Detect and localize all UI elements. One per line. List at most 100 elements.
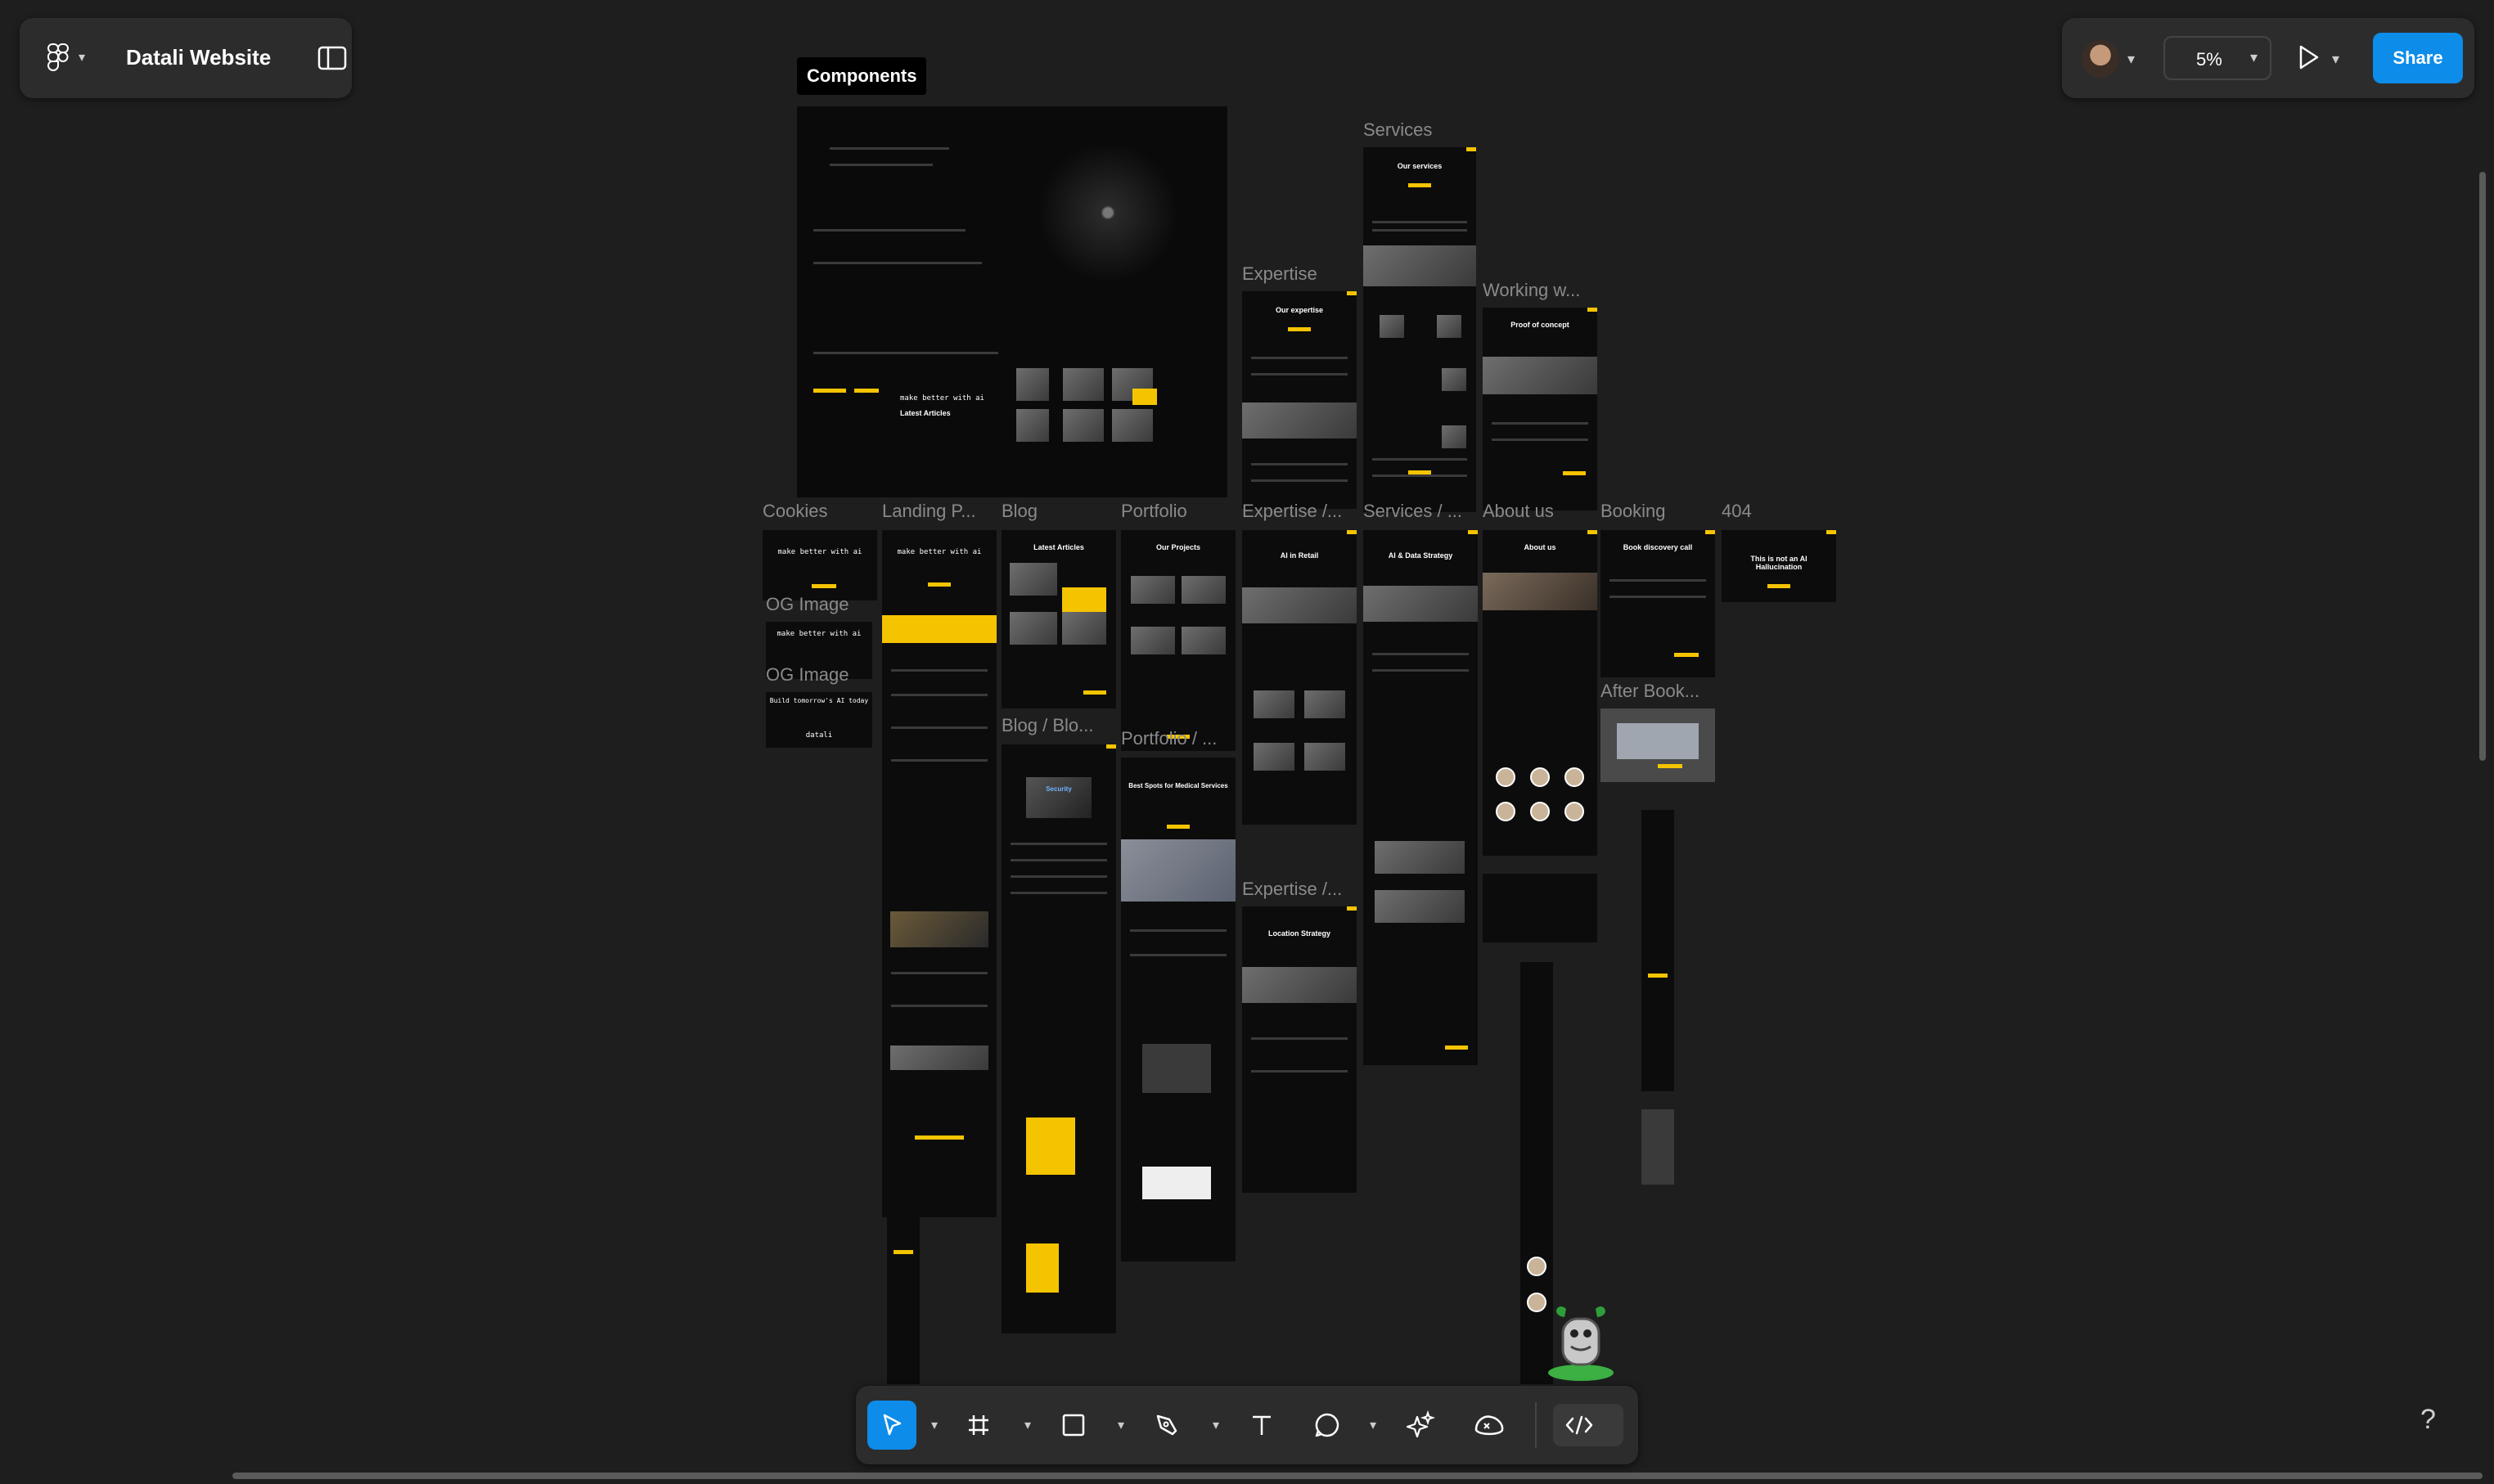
text-icon <box>1253 1415 1271 1435</box>
resources-tool[interactable] <box>1465 1401 1514 1450</box>
dev-mode-toggle[interactable] <box>1553 1404 1623 1446</box>
frame-tool[interactable] <box>954 1401 1003 1450</box>
components-make-better-text: make better with ai <box>900 394 984 402</box>
frame-label-portfolio[interactable]: Portfolio <box>1121 501 1187 522</box>
text-tool[interactable] <box>1237 1401 1286 1450</box>
portfolio-frame[interactable]: Our Projects <box>1121 530 1236 751</box>
move-tool-chevron-icon[interactable]: ▾ <box>931 1417 938 1433</box>
components-frame[interactable]: make better with ai Latest Articles <box>797 106 1227 497</box>
working-with-frame[interactable]: Proof of concept <box>1483 308 1597 510</box>
blog-frame[interactable]: Latest Articles <box>1002 530 1116 708</box>
about-us-frame[interactable]: About us <box>1483 530 1597 856</box>
og2-datali: datali <box>805 731 833 740</box>
booking-mobile-2-frame[interactable] <box>1641 1109 1674 1185</box>
comment-tool-chevron-icon[interactable]: ▾ <box>1370 1417 1376 1433</box>
frame-label-expertise[interactable]: Expertise <box>1242 263 1317 285</box>
cookies-frame[interactable]: make better with ai <box>763 530 877 600</box>
frame-label-about-us[interactable]: About us <box>1483 501 1554 522</box>
zoom-chevron-down-icon: ▾ <box>2250 49 2258 65</box>
services-frame[interactable]: Our services <box>1363 147 1476 512</box>
comment-tool[interactable] <box>1303 1401 1352 1450</box>
expertise-location-frame[interactable]: Location Strategy <box>1242 906 1357 1193</box>
frame-label-expertise-sub[interactable]: Expertise /... <box>1242 501 1342 522</box>
bottom-toolbar: ▾ ▾ ▾ ▾ ▾ <box>856 1386 1638 1464</box>
user-avatar[interactable] <box>2082 40 2119 78</box>
expertise-heading: Our expertise <box>1275 306 1324 314</box>
shape-tool[interactable] <box>1049 1401 1098 1450</box>
help-button[interactable]: ? <box>2420 1404 2436 1436</box>
blog-post-security: Security <box>1046 785 1072 793</box>
main-menu-button[interactable]: ▾ <box>47 41 93 74</box>
ai-sparkle-icon <box>1406 1410 1435 1438</box>
about-us-heading: About us <box>1524 543 1556 551</box>
og-image-2-frame[interactable]: Build tomorrow's AI today datali <box>766 692 872 748</box>
frame-label-services-sub[interactable]: Services / ... <box>1363 501 1462 522</box>
frame-label-landing[interactable]: Landing P... <box>882 501 976 522</box>
horizontal-scrollbar[interactable] <box>232 1473 2483 1479</box>
move-tool[interactable] <box>867 1401 916 1450</box>
expertise-retail-heading: AI in Retail <box>1280 551 1319 560</box>
frame-tool-chevron-icon[interactable]: ▾ <box>1024 1417 1031 1433</box>
booking-frame[interactable]: Book discovery call <box>1600 530 1715 677</box>
landing-mobile-frame[interactable] <box>887 1209 920 1384</box>
frame-label-blog-sub[interactable]: Blog / Blo... <box>1002 715 1094 736</box>
frame-label-after-booking[interactable]: After Book... <box>1600 681 1699 702</box>
share-button[interactable]: Share <box>2373 33 2463 83</box>
expertise-location-heading: Location Strategy <box>1267 929 1330 938</box>
frame-label-og-image-1[interactable]: OG Image <box>766 594 849 615</box>
frame-label-og-image-2[interactable]: OG Image <box>766 664 849 686</box>
notfound-heading: This is not an AI Hallucination <box>1750 555 1807 571</box>
resources-icon <box>1474 1415 1504 1436</box>
after-booking-frame[interactable] <box>1600 708 1715 782</box>
portfolio-post-heading: Best Spots for Medical Services <box>1128 782 1228 789</box>
present-play-icon[interactable] <box>2293 43 2322 72</box>
present-chevron-down-icon[interactable]: ▾ <box>2332 51 2339 68</box>
actions-tool[interactable] <box>1396 1401 1445 1450</box>
og1-make-better: make better with ai <box>777 630 862 638</box>
working-heading: Proof of concept <box>1510 321 1569 329</box>
frame-label-portfolio-sub[interactable]: Portfolio / ... <box>1121 728 1217 749</box>
frame-label-booking[interactable]: Booking <box>1600 501 1666 522</box>
frame-label-blog[interactable]: Blog <box>1002 501 1038 522</box>
pen-tool[interactable] <box>1144 1401 1193 1450</box>
file-name[interactable]: Datali Website <box>126 45 271 70</box>
hash-icon <box>969 1415 988 1435</box>
frame-label-cookies[interactable]: Cookies <box>763 501 827 522</box>
design-canvas[interactable]: Components make better with ai Latest Ar… <box>0 0 2494 1484</box>
file-header-panel: ▾ Datali Website <box>20 18 352 98</box>
sidebar-toggle-icon[interactable] <box>317 46 347 70</box>
frame-label-404[interactable]: 404 <box>1722 501 1752 522</box>
top-right-toolbar: ▾ 5% ▾ ▾ Share <box>2062 18 2474 98</box>
avatar-chevron-down-icon[interactable]: ▾ <box>2127 51 2135 68</box>
frame-label-services[interactable]: Services <box>1363 119 1432 141</box>
expertise-frame[interactable]: Our expertise <box>1242 291 1357 509</box>
code-icon <box>1565 1415 1593 1435</box>
services-data-strategy-frame[interactable]: AI & Data Strategy <box>1363 530 1478 1065</box>
about-us-footer-frame[interactable] <box>1483 874 1597 942</box>
shape-tool-chevron-icon[interactable]: ▾ <box>1118 1417 1124 1433</box>
rectangle-icon <box>1062 1414 1085 1437</box>
booking-mobile-frame[interactable] <box>1641 810 1674 1091</box>
landing-make-better: make better with ai <box>897 548 982 556</box>
blog-post-frame[interactable]: Security <box>1002 744 1116 1333</box>
comment-icon <box>1315 1413 1339 1437</box>
frame-label-working-with[interactable]: Working w... <box>1483 280 1580 301</box>
components-frame-tag[interactable]: Components <box>797 57 927 95</box>
pen-tool-chevron-icon[interactable]: ▾ <box>1213 1417 1219 1433</box>
pointer-icon <box>883 1414 902 1436</box>
cookies-make-better: make better with ai <box>777 548 862 556</box>
components-latest-articles-text: Latest Articles <box>900 409 951 417</box>
frame-label-expertise-sub2[interactable]: Expertise /... <box>1242 879 1342 900</box>
portfolio-heading: Our Projects <box>1155 543 1201 551</box>
notfound-frame[interactable]: This is not an AI Hallucination <box>1722 530 1836 602</box>
blog-heading: Latest Articles <box>1033 543 1084 551</box>
figma-logo-icon <box>47 43 69 71</box>
toolbar-divider <box>1535 1402 1537 1448</box>
expertise-retail-frame[interactable]: AI in Retail <box>1242 530 1357 825</box>
menu-chevron-down-icon: ▾ <box>79 51 86 65</box>
vertical-scrollbar[interactable] <box>2479 172 2486 761</box>
portfolio-post-frame[interactable]: Best Spots for Medical Services <box>1121 758 1236 1261</box>
landing-page-frame[interactable]: make better with ai <box>882 530 997 1217</box>
pen-icon <box>1156 1414 1177 1436</box>
zoom-control[interactable]: 5% ▾ <box>2163 36 2271 80</box>
